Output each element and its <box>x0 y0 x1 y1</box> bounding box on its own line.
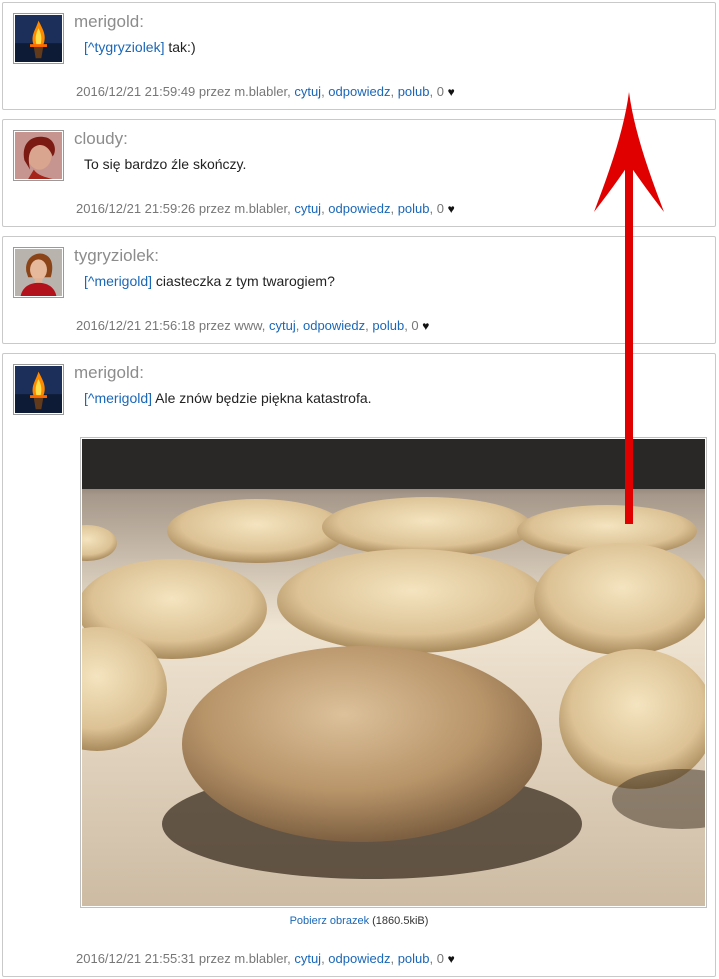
timestamp: 2016/12/21 21:59:49 <box>76 84 196 99</box>
reply-link[interactable]: odpowiedz <box>303 318 365 333</box>
source-user: m.blabler, <box>234 84 291 99</box>
source-user: www, <box>234 318 266 333</box>
by-prefix: przez <box>198 84 231 99</box>
author-name[interactable]: tygryziolek: <box>74 246 159 266</box>
likes-count: 0 <box>436 201 444 216</box>
quote-link[interactable]: cytuj <box>294 84 321 99</box>
bonfire-icon <box>15 366 62 413</box>
source-user: m.blabler, <box>234 201 291 216</box>
heart-icon: ♥ <box>447 85 455 99</box>
avatar[interactable] <box>13 247 64 298</box>
quote-link[interactable]: cytuj <box>294 201 321 216</box>
image-size: (1860.5kiB) <box>372 915 429 927</box>
heart-icon: ♥ <box>447 202 455 216</box>
post-meta: 2016/12/21 21:59:26 przez m.blabler, cyt… <box>76 201 455 216</box>
attached-photo[interactable] <box>80 437 707 908</box>
avatar[interactable] <box>13 13 64 64</box>
message-text: [^merigold] Ale znów będzie piękna katas… <box>84 390 372 406</box>
avatar[interactable] <box>13 364 64 415</box>
portrait-icon <box>15 249 62 296</box>
reply-link[interactable]: odpowiedz <box>328 84 390 99</box>
cookies-photo <box>82 439 705 906</box>
post: cloudy: To się bardzo źle skończy. 2016/… <box>2 119 716 227</box>
post-meta: 2016/12/21 21:56:18 przez www, cytuj, od… <box>76 318 430 333</box>
download-row: Pobierz obrazek (1860.5kiB) <box>3 915 715 927</box>
download-image-link[interactable]: Pobierz obrazek <box>290 915 370 927</box>
mention-link[interactable]: [^tygryziolek] <box>84 39 164 55</box>
likes-count: 0 <box>436 84 444 99</box>
message-text: To się bardzo źle skończy. <box>84 156 246 172</box>
quote-link[interactable]: cytuj <box>269 318 296 333</box>
likes-count: 0 <box>411 318 419 333</box>
reply-link[interactable]: odpowiedz <box>328 951 390 966</box>
avatar[interactable] <box>13 130 64 181</box>
like-link[interactable]: polub <box>398 201 430 216</box>
message-text: [^merigold] ciasteczka z tym twarogiem? <box>84 273 335 289</box>
message-body: Ale znów będzie piękna katastrofa. <box>152 390 372 406</box>
post: tygryziolek: [^merigold] ciasteczka z ty… <box>2 236 716 344</box>
bonfire-icon <box>15 15 62 62</box>
mention-link[interactable]: [^merigold] <box>84 390 152 406</box>
author-name[interactable]: cloudy: <box>74 129 128 149</box>
by-prefix: przez <box>198 318 231 333</box>
by-prefix: przez <box>198 951 231 966</box>
source-user: m.blabler, <box>234 951 291 966</box>
post: merigold: [^merigold] Ale znów będzie pi… <box>2 353 716 977</box>
like-link[interactable]: polub <box>398 84 430 99</box>
quote-link[interactable]: cytuj <box>294 951 321 966</box>
reply-link[interactable]: odpowiedz <box>328 201 390 216</box>
message-body: ciasteczka z tym twarogiem? <box>152 273 335 289</box>
like-link[interactable]: polub <box>398 951 430 966</box>
author-name[interactable]: merigold: <box>74 363 144 383</box>
post-meta: 2016/12/21 21:59:49 przez m.blabler, cyt… <box>76 84 455 99</box>
timestamp: 2016/12/21 21:55:31 <box>76 951 196 966</box>
post: merigold: [^tygryziolek] tak:) 2016/12/2… <box>2 2 716 110</box>
portrait-icon <box>15 132 62 179</box>
post-meta: 2016/12/21 21:55:31 przez m.blabler, cyt… <box>76 951 455 966</box>
message-body: To się bardzo źle skończy. <box>84 156 247 172</box>
timestamp: 2016/12/21 21:56:18 <box>76 318 196 333</box>
message-text: [^tygryziolek] tak:) <box>84 39 196 55</box>
timestamp: 2016/12/21 21:59:26 <box>76 201 196 216</box>
heart-icon: ♥ <box>447 952 455 966</box>
heart-icon: ♥ <box>422 319 430 333</box>
like-link[interactable]: polub <box>372 318 404 333</box>
author-name[interactable]: merigold: <box>74 12 144 32</box>
mention-link[interactable]: [^merigold] <box>84 273 152 289</box>
likes-count: 0 <box>436 951 444 966</box>
message-body: tak:) <box>164 39 196 55</box>
by-prefix: przez <box>198 201 231 216</box>
